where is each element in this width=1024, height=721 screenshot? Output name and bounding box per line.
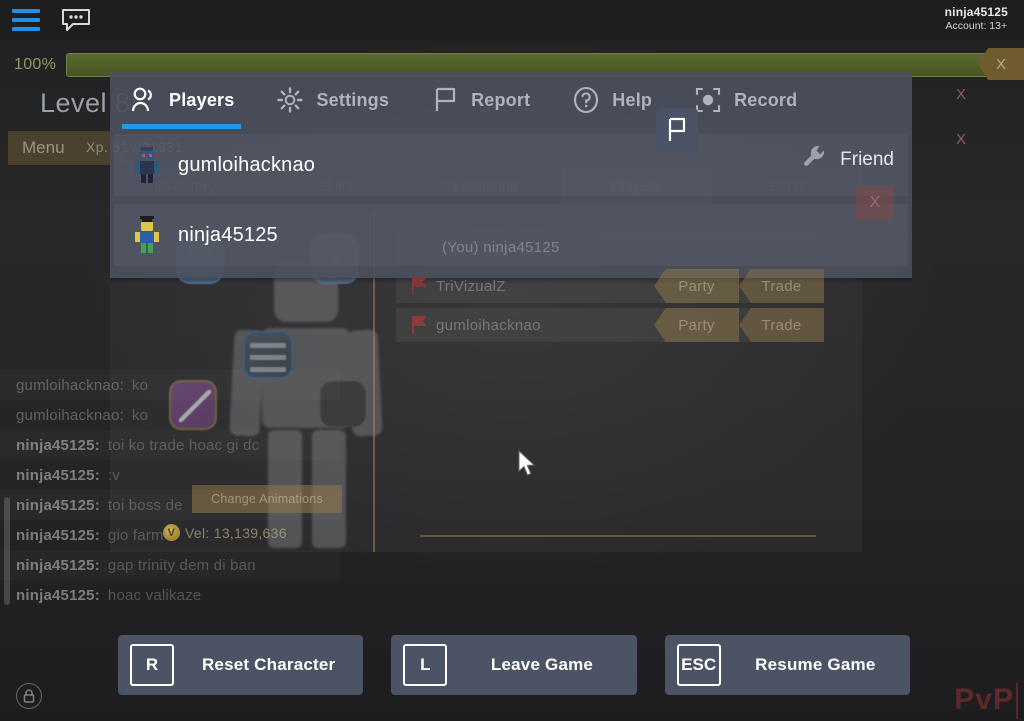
- party-button[interactable]: Party: [654, 308, 739, 342]
- account-info: ninja45125 Account: 13+: [945, 5, 1008, 32]
- pause-menu-actions: R Reset Character L Leave Game ESC Resum…: [118, 635, 910, 695]
- leave-game-button[interactable]: L Leave Game: [391, 635, 637, 695]
- trade-button[interactable]: Trade: [739, 269, 824, 303]
- player-name: TriVizualZ: [436, 277, 506, 295]
- tab-label: Players: [169, 89, 235, 110]
- close-button[interactable]: X: [856, 186, 894, 220]
- chat-text: hoac valikaze: [107, 586, 202, 604]
- party-button[interactable]: Party: [654, 269, 739, 303]
- chat-author: gumloihacknao:: [16, 376, 124, 394]
- chat-author: ninja45125:: [16, 556, 100, 574]
- pause-menu-tabs: Players Settings Report Help Record: [110, 72, 912, 129]
- modal-player-row-2[interactable]: ninja45125: [114, 204, 908, 266]
- chat-author: gumloihacknao:: [16, 406, 124, 424]
- chat-author: ninja45125:: [16, 586, 100, 604]
- chat-author: ninja45125:: [16, 466, 100, 484]
- chat-log: gumloihacknao: ko gumloihacknao: ko ninj…: [0, 370, 340, 610]
- flag-icon: [430, 85, 460, 115]
- report-flag-icon[interactable]: [410, 315, 428, 335]
- avatar: [132, 146, 162, 184]
- chat-bubble-icon[interactable]: [60, 8, 92, 32]
- player-actions: Party Trade: [654, 308, 824, 342]
- chat-text: toi ko trade hoac gi dc: [107, 436, 260, 454]
- friend-label[interactable]: Friend: [840, 149, 894, 171]
- wrench-icon[interactable]: [802, 144, 828, 175]
- player-name: (You) ninja45125: [442, 238, 560, 256]
- button-label: Leave Game: [490, 655, 594, 674]
- xp-percent: 100%: [14, 56, 57, 73]
- chat-message: ninja45125: toi boss de: [0, 490, 340, 520]
- tab-label: Settings: [316, 89, 390, 110]
- gear-icon: [275, 85, 305, 115]
- chat-message: ninja45125: gio farm: [0, 520, 340, 550]
- player-actions: Party Trade: [654, 269, 824, 303]
- chat-text: ko: [131, 406, 149, 424]
- player-name: ninja45125: [178, 223, 278, 246]
- close-icon-row2[interactable]: X: [956, 131, 966, 148]
- chat-scrollbar[interactable]: [4, 497, 10, 605]
- pvp-watermark: PvP: [954, 683, 1014, 716]
- top-bar: ninja45125 Account: 13+: [0, 0, 1024, 40]
- tab-settings[interactable]: Settings: [275, 72, 408, 128]
- resume-game-button[interactable]: ESC Resume Game: [664, 635, 910, 695]
- chat-author: ninja45125:: [16, 436, 100, 454]
- chat-text: gap trinity dem di ban: [107, 556, 256, 574]
- tab-report[interactable]: Report: [430, 72, 549, 128]
- avatar: [132, 216, 162, 254]
- chat-message: gumloihacknao: ko: [0, 370, 340, 400]
- account-name: ninja45125: [944, 5, 1008, 19]
- reset-character-button[interactable]: R Reset Character: [118, 635, 364, 695]
- account-age: Account: 13+: [945, 20, 1008, 32]
- tab-label: Record: [734, 89, 798, 110]
- mouse-cursor: [518, 449, 536, 478]
- friend-controls: Friend: [802, 144, 894, 175]
- trade-button[interactable]: Trade: [739, 308, 824, 342]
- game-screen: Change Animations V Vel: 13,139,636 ninj…: [0, 0, 1024, 721]
- player-name: gumloihacknao: [436, 316, 541, 334]
- pause-menu-body: gumloihacknao ninja45125 Friend X: [110, 108, 912, 278]
- pvp-watermark-bar: [1016, 683, 1018, 719]
- close-icon-row1[interactable]: X: [956, 86, 966, 103]
- chat-message: ninja45125: toi ko trade hoac gi dc: [0, 430, 340, 460]
- report-button[interactable]: [656, 108, 698, 152]
- button-label: Reset Character: [201, 655, 336, 674]
- key-hint-r: R: [130, 644, 174, 686]
- chat-text: toi boss de: [107, 496, 183, 514]
- button-label: Resume Game: [755, 655, 876, 674]
- people-icon: [128, 85, 158, 115]
- chat-message: gumloihacknao: ko: [0, 400, 340, 430]
- chat-message: ninja45125: gap trinity dem di ban: [0, 550, 340, 580]
- key-hint-l: L: [403, 644, 448, 686]
- question-icon: [571, 85, 601, 115]
- chat-text: gio farm: [107, 526, 164, 544]
- tab-label: Report: [471, 89, 531, 110]
- hamburger-icon[interactable]: [12, 9, 40, 31]
- player-row: gumloihacknao Party Trade: [396, 308, 824, 342]
- chat-text: ko: [131, 376, 149, 394]
- tab-label: Help: [612, 89, 653, 110]
- key-hint-esc: ESC: [676, 644, 721, 686]
- tab-players[interactable]: Players: [122, 72, 253, 129]
- player-name: gumloihacknao: [178, 153, 316, 176]
- chat-text: :v: [107, 466, 120, 484]
- lock-icon: [16, 683, 42, 709]
- chat-message: ninja45125: hoac valikaze: [0, 580, 340, 610]
- tab-record[interactable]: Record: [693, 72, 816, 128]
- chat-message: ninja45125: :v: [0, 460, 340, 490]
- chat-author: ninja45125:: [16, 496, 100, 514]
- report-flag-icon[interactable]: [410, 276, 428, 296]
- panel-underline: [420, 535, 816, 537]
- chat-author: ninja45125:: [16, 526, 100, 544]
- modal-player-row-1[interactable]: gumloihacknao: [114, 134, 908, 196]
